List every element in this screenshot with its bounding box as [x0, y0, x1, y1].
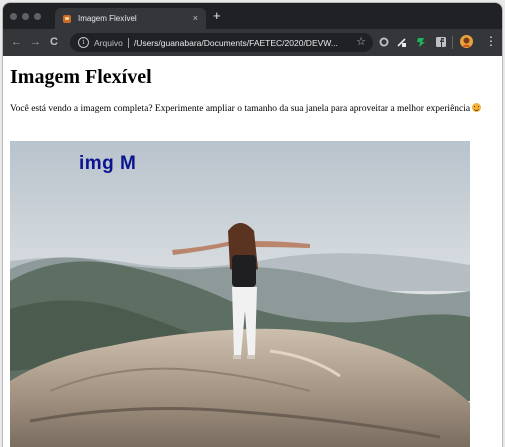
- tab-imagem-flexivel[interactable]: Imagem Flexível ×: [55, 8, 206, 29]
- tab-title: Imagem Flexível: [78, 14, 137, 23]
- intro-paragraph: Você está vendo a imagem completa? Exper…: [10, 102, 498, 116]
- close-window-button[interactable]: [10, 13, 17, 20]
- browser-toolbar: ← → C i Arquivo /Users/guanabara/Documen…: [3, 29, 502, 57]
- grinning-emoji-icon: [472, 103, 482, 112]
- back-icon[interactable]: ←: [11, 36, 22, 48]
- info-icon[interactable]: i: [78, 37, 89, 48]
- pencil-extension-icon[interactable]: [397, 37, 407, 47]
- avatar[interactable]: [460, 35, 473, 48]
- url-scheme: Arquivo: [94, 37, 123, 48]
- minimize-window-button[interactable]: [22, 13, 29, 20]
- image-overlay-label: img M: [79, 153, 137, 174]
- url-divider: [127, 37, 129, 48]
- flexible-image: [10, 141, 470, 447]
- facebook-extension-icon[interactable]: [436, 37, 446, 47]
- url-text[interactable]: /Users/guanabara/Documents/FAETEC/2020/D…: [134, 38, 338, 48]
- new-tab-button[interactable]: +: [213, 9, 221, 23]
- window-controls: [10, 13, 41, 20]
- page-content: Imagem Flexível Você está vendo a imagem…: [3, 56, 502, 447]
- forward-icon[interactable]: →: [30, 36, 41, 48]
- maximize-window-button[interactable]: [34, 13, 41, 20]
- leaf-extension-icon[interactable]: [416, 37, 426, 47]
- tab-strip: Imagem Flexível × +: [3, 3, 502, 29]
- favicon-icon: [63, 14, 71, 23]
- reload-icon[interactable]: C: [50, 36, 58, 48]
- page-title: Imagem Flexível: [10, 66, 152, 88]
- close-tab-icon[interactable]: ×: [193, 12, 198, 24]
- browser-menu-icon[interactable]: ⋮: [485, 35, 497, 47]
- bookmark-star-icon[interactable]: ☆: [356, 35, 366, 48]
- intro-text: Você está vendo a imagem completa? Exper…: [10, 104, 471, 114]
- shield-extension-icon[interactable]: [379, 37, 389, 47]
- toolbar-divider: [452, 36, 453, 49]
- address-bar[interactable]: i Arquivo /Users/guanabara/Documents/FAE…: [70, 33, 373, 52]
- browser-window: Imagem Flexível × + ← → C i Arquivo /Use…: [3, 3, 502, 447]
